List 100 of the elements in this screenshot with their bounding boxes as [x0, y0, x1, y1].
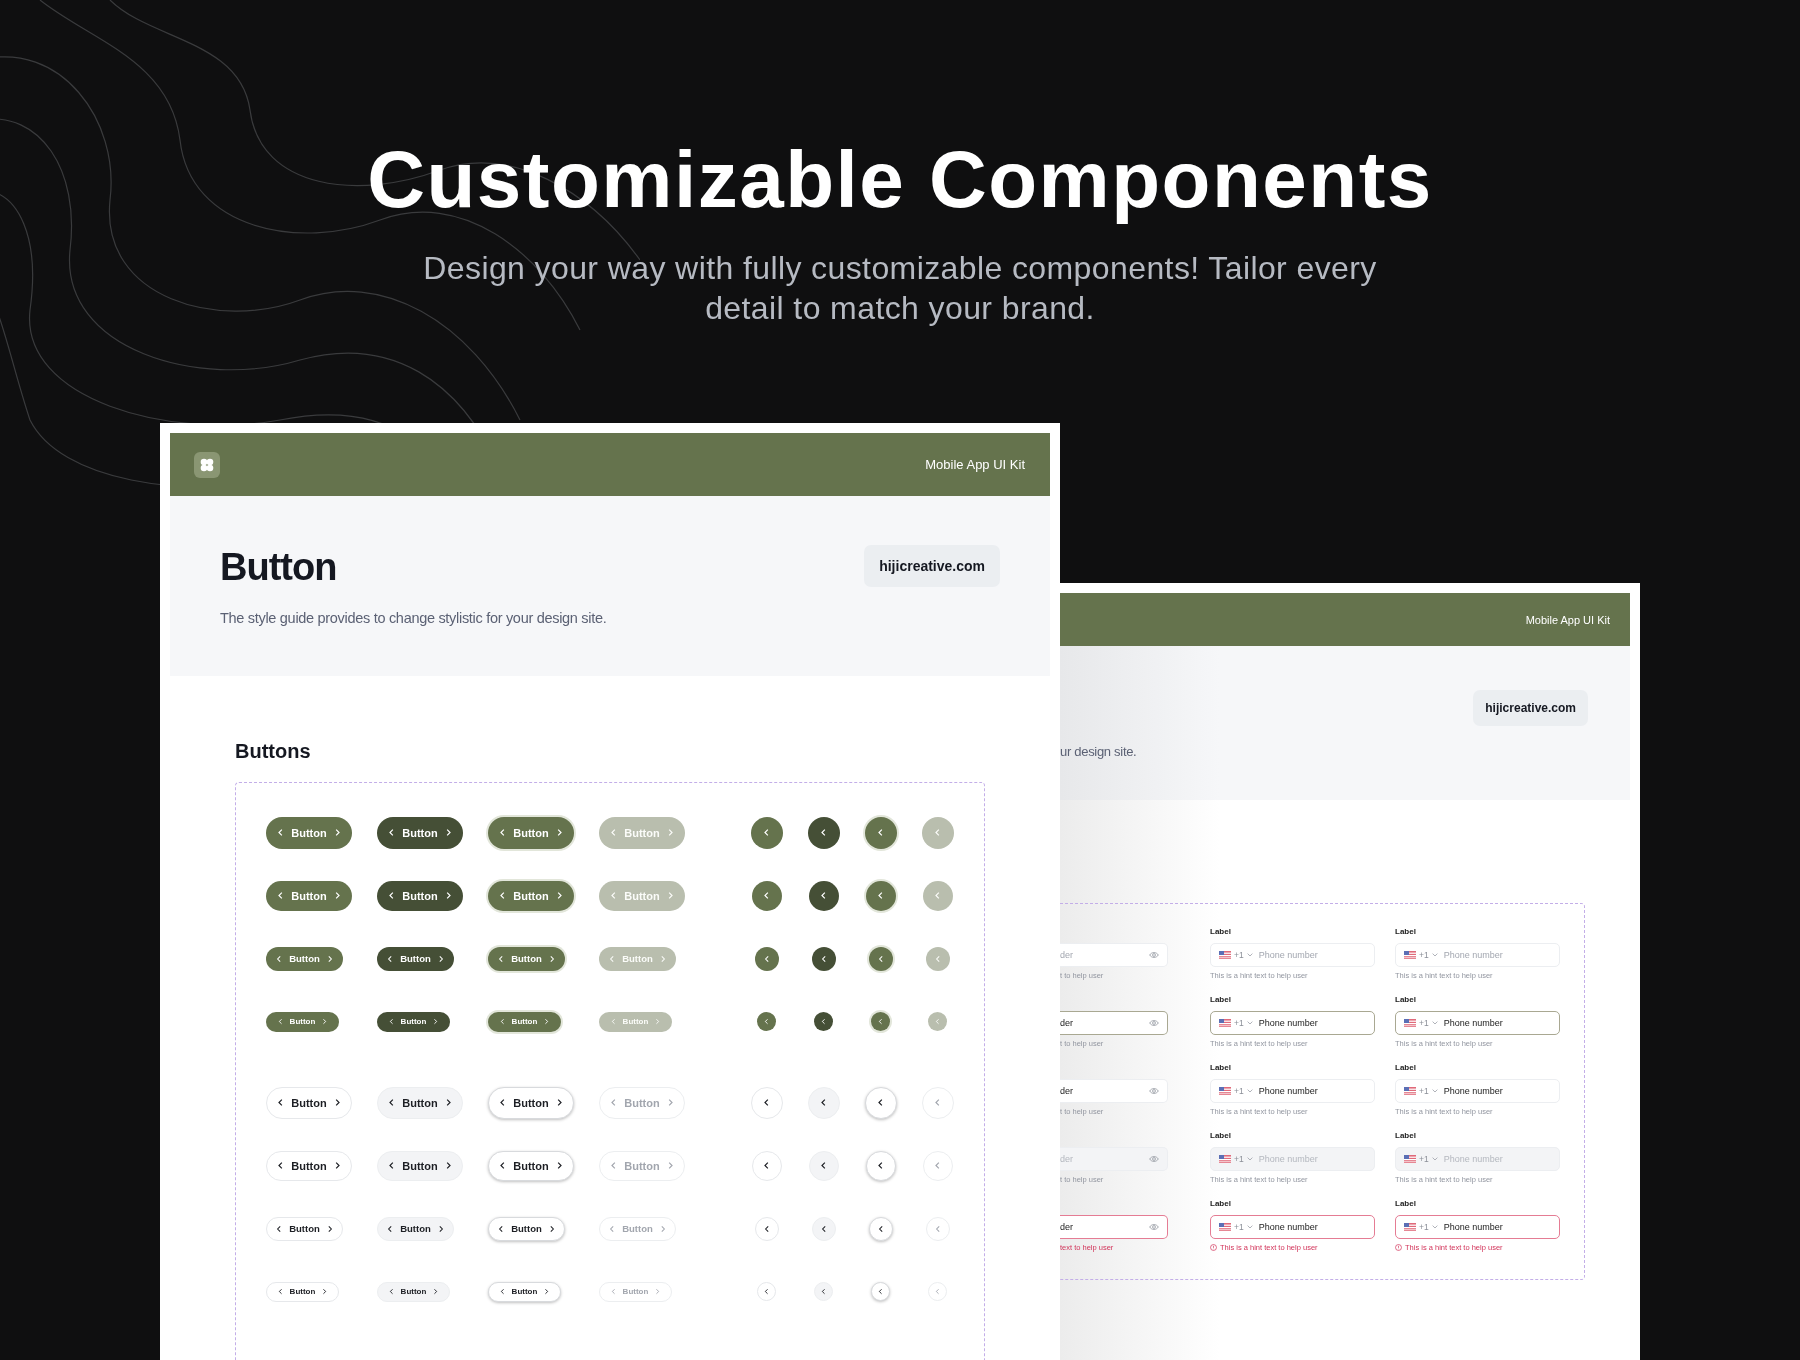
password-field[interactable]: der — [1060, 1215, 1168, 1239]
chevron-left-icon — [876, 954, 885, 963]
chevron-left-icon — [763, 1018, 770, 1025]
chevron-left-icon — [762, 954, 771, 963]
phone-number-input[interactable]: Phone number — [1258, 1018, 1366, 1028]
chevron-down-icon — [1246, 1225, 1253, 1229]
password-input[interactable]: der — [1060, 950, 1143, 960]
button[interactable]: Button — [377, 1216, 454, 1241]
website-tag: hijicreative.com — [1473, 690, 1588, 726]
phone-number-input[interactable]: Phone number — [1258, 950, 1366, 960]
back-button[interactable] — [757, 1012, 776, 1031]
button[interactable]: Button — [266, 880, 352, 911]
chevron-left-icon — [933, 1224, 942, 1233]
button[interactable]: Button — [266, 1281, 339, 1302]
field-label: Label — [1210, 1063, 1232, 1074]
back-button[interactable] — [807, 816, 840, 849]
button[interactable]: Button — [377, 1281, 450, 1302]
chevron-down-icon — [1246, 1157, 1253, 1161]
button[interactable]: Button — [377, 1150, 463, 1181]
button[interactable]: Button — [488, 1011, 561, 1032]
button[interactable]: Button — [488, 1281, 561, 1302]
password-field[interactable]: der — [1060, 943, 1168, 967]
chevron-left-icon — [876, 1098, 885, 1107]
chevron-right-icon — [321, 1018, 329, 1025]
chevron-right-icon — [321, 1288, 329, 1295]
button[interactable]: Button — [377, 1086, 463, 1119]
button[interactable]: Button — [488, 880, 574, 911]
flag-icon — [1404, 1019, 1416, 1027]
button[interactable]: Button — [377, 946, 454, 971]
chevron-left-icon — [877, 1018, 884, 1025]
chevron-left-icon — [276, 1018, 284, 1025]
flag-icon — [1219, 1223, 1231, 1231]
chevron-right-icon — [543, 1288, 551, 1295]
phone-field[interactable]: +1 Phone number — [1210, 1011, 1375, 1035]
chevron-left-icon — [762, 828, 771, 837]
phone-number-input[interactable]: Phone number — [1443, 1086, 1551, 1096]
phone-number-input[interactable]: Phone number — [1443, 1222, 1551, 1232]
phone-field[interactable]: +1 Phone number — [1210, 1079, 1375, 1103]
logo-icon — [194, 451, 220, 478]
password-field[interactable]: der — [1060, 1079, 1168, 1103]
button[interactable]: Button — [377, 816, 463, 849]
chevron-left-icon — [498, 1018, 506, 1025]
back-button[interactable] — [754, 946, 779, 971]
back-button[interactable] — [750, 816, 783, 849]
phone-number-input[interactable]: Phone number — [1443, 950, 1551, 960]
phone-field[interactable]: +1 Phone number — [1210, 1215, 1375, 1239]
button[interactable]: Button — [488, 1150, 574, 1181]
chevron-left-icon — [934, 1288, 941, 1295]
phone-number-input[interactable]: Phone number — [1258, 1222, 1366, 1232]
chevron-left-icon — [762, 1098, 771, 1107]
back-button[interactable] — [864, 816, 897, 849]
back-button[interactable] — [814, 1012, 833, 1031]
button[interactable]: Button — [488, 946, 565, 971]
button[interactable]: Button — [488, 1086, 574, 1119]
chevron-down-icon — [1431, 1225, 1438, 1229]
back-button[interactable] — [871, 1012, 890, 1031]
eye-icon[interactable] — [1149, 1223, 1159, 1231]
chevron-down-icon — [1431, 953, 1438, 957]
phone-number-input[interactable]: Phone number — [1443, 1018, 1551, 1028]
button[interactable]: Button — [266, 1150, 352, 1181]
chevron-down-icon — [1246, 1089, 1253, 1093]
button[interactable]: Button — [266, 946, 343, 971]
flag-icon — [1404, 951, 1416, 959]
button[interactable]: Button — [488, 1216, 565, 1241]
phone-number-input[interactable]: Phone number — [1258, 1086, 1366, 1096]
eye-icon[interactable] — [1149, 1087, 1159, 1095]
chevron-right-icon — [432, 1018, 440, 1025]
chevron-left-icon — [820, 1018, 827, 1025]
field-label: Label — [1395, 1063, 1417, 1074]
button[interactable]: Button — [488, 816, 574, 849]
password-input[interactable]: der — [1060, 1018, 1143, 1028]
flag-icon — [1219, 1087, 1231, 1095]
chevron-left-icon — [763, 1288, 770, 1295]
eye-icon[interactable] — [1149, 1019, 1159, 1027]
chevron-left-icon — [819, 1161, 828, 1170]
button[interactable]: Button — [266, 1086, 352, 1119]
phone-field[interactable]: +1 Phone number — [1395, 1079, 1560, 1103]
field-label: Label — [1395, 1131, 1417, 1142]
back-button[interactable] — [868, 946, 893, 971]
page-description: The style guide provides to change stylistic for your design site. — [220, 610, 607, 626]
eye-icon[interactable] — [1149, 951, 1159, 959]
button[interactable]: Button — [266, 1216, 343, 1241]
chevron-left-icon — [762, 1224, 771, 1233]
back-button[interactable] — [751, 880, 782, 911]
back-button[interactable] — [811, 946, 836, 971]
button[interactable]: Button — [377, 1011, 450, 1032]
password-input[interactable]: der — [1060, 1086, 1143, 1096]
button[interactable]: Button — [266, 816, 352, 849]
back-button[interactable] — [865, 880, 896, 911]
page-description: ur design site. — [1060, 744, 1137, 759]
back-button[interactable] — [808, 880, 839, 911]
field-label: Label — [1395, 927, 1417, 938]
phone-field[interactable]: +1 Phone number — [1395, 1215, 1560, 1239]
chevron-right-icon — [543, 1018, 551, 1025]
button[interactable]: Button — [377, 880, 463, 911]
password-input[interactable]: der — [1060, 1222, 1143, 1232]
password-field[interactable]: der — [1060, 1011, 1168, 1035]
flag-icon — [1404, 1155, 1416, 1163]
phone-field[interactable]: +1 Phone number — [1395, 1011, 1560, 1035]
button[interactable]: Button — [266, 1011, 339, 1032]
